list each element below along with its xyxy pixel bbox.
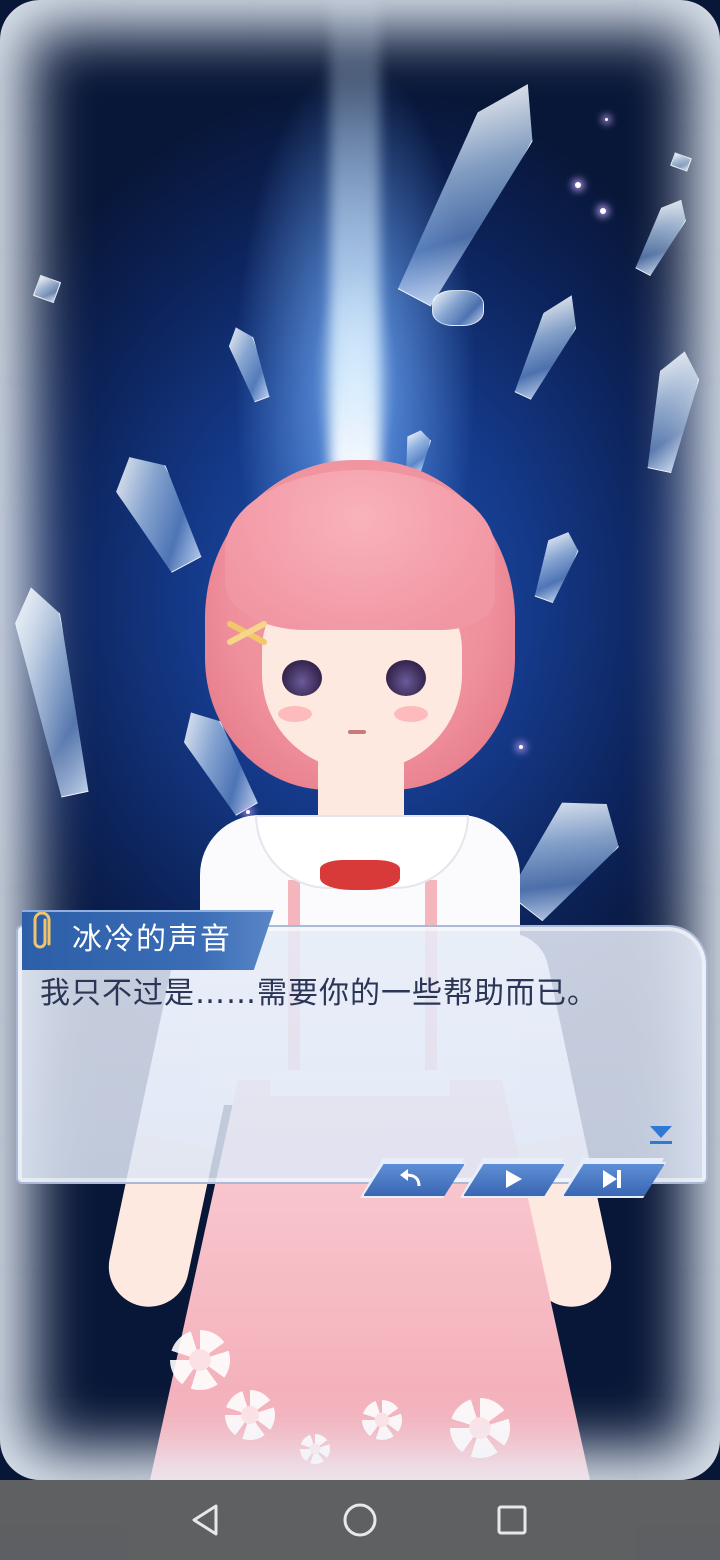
character-sprite — [0, 0, 720, 1480]
speaker-name: 冰冷的声音 — [72, 922, 232, 957]
skirt-flower — [450, 1398, 510, 1458]
dialogue-line: 我只不过是……需要你的一些帮助而已。 — [40, 976, 598, 1011]
skirt-flower — [300, 1434, 330, 1464]
left-blush — [278, 706, 312, 722]
skirt-flower — [170, 1330, 230, 1390]
ribbon-bow — [320, 860, 400, 890]
back-arrow-icon — [400, 1169, 421, 1187]
skirt-flower — [362, 1400, 402, 1440]
advance-arrow-icon[interactable] — [648, 1124, 674, 1146]
play-icon — [506, 1170, 522, 1188]
nav-back-icon[interactable] — [186, 1500, 226, 1540]
nav-home-icon[interactable] — [340, 1500, 380, 1540]
right-eye — [386, 660, 426, 696]
skirt-flower — [225, 1390, 275, 1440]
hairclip-icon — [227, 621, 267, 645]
right-blush — [394, 706, 428, 722]
game-screen: 冰冷的声音 我只不过是……需要你的一些帮助而已。 — [0, 0, 720, 1560]
skip-icon — [603, 1170, 621, 1188]
paperclip-icon — [33, 912, 51, 949]
nav-recents-icon[interactable] — [492, 1500, 532, 1540]
mouth — [348, 730, 366, 734]
hair-bangs — [225, 470, 495, 630]
left-eye — [282, 660, 322, 696]
